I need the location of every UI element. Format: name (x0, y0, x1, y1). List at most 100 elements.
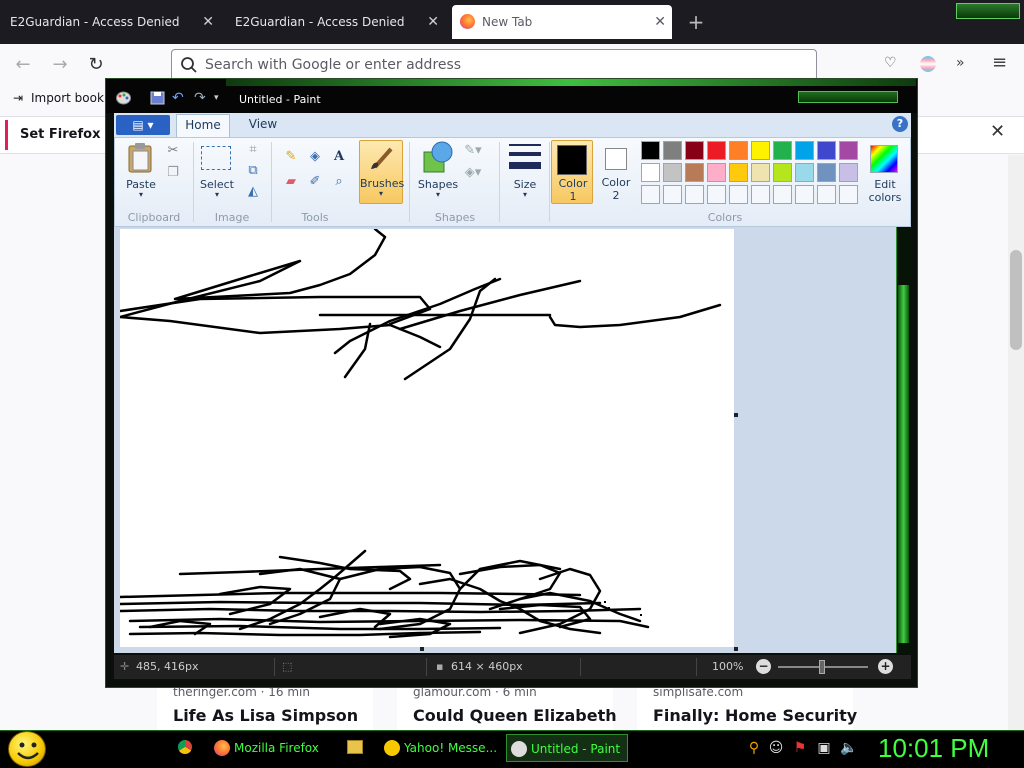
resize-handle[interactable] (734, 647, 738, 651)
palette-swatch[interactable] (685, 163, 704, 182)
palette-swatch[interactable] (685, 141, 704, 160)
browser-tab-active[interactable]: New Tab ✕ (452, 5, 672, 39)
window-controls[interactable] (956, 3, 1020, 19)
fill-shape-icon[interactable]: ◈▾ (463, 164, 483, 182)
palette-swatch[interactable] (663, 141, 682, 160)
palette-swatch[interactable] (641, 163, 660, 182)
palette-swatch[interactable] (773, 141, 792, 160)
palette-swatch[interactable] (795, 141, 814, 160)
pencil-icon[interactable]: ✎ (281, 148, 301, 166)
search-icon[interactable]: ⚲ (746, 740, 762, 756)
palette-swatch[interactable] (795, 163, 814, 182)
zoom-in-icon[interactable]: + (878, 659, 893, 674)
fill-icon[interactable]: ◈ (305, 148, 325, 166)
save-icon[interactable] (150, 91, 165, 105)
resize-icon[interactable]: ⧉ (243, 162, 263, 180)
chevron-down-icon[interactable]: ▾ (211, 190, 223, 199)
import-bookmarks-link[interactable]: Import bookn (31, 91, 112, 105)
pocket-icon[interactable]: ♡ (884, 55, 897, 71)
palette-swatch[interactable] (817, 141, 836, 160)
close-icon[interactable]: ✕ (990, 121, 1005, 142)
resize-handle[interactable] (734, 413, 738, 417)
palette-swatch[interactable] (773, 163, 792, 182)
extensions-icon[interactable]: » (956, 55, 965, 71)
outline-icon[interactable]: ✎▾ (463, 142, 483, 160)
zoom-slider-thumb[interactable] (819, 660, 825, 674)
taskbar-clock[interactable]: 10:01 PM (878, 733, 989, 764)
resize-handle[interactable] (420, 647, 424, 651)
palette-swatch[interactable] (729, 141, 748, 160)
folder-icon[interactable] (347, 740, 363, 754)
chrome-icon[interactable] (176, 738, 194, 756)
text-icon[interactable]: A (329, 148, 349, 166)
page-scrollbar[interactable] (1008, 155, 1024, 730)
palette-swatch-empty[interactable] (839, 185, 858, 204)
palette-swatch[interactable] (751, 163, 770, 182)
palette-swatch[interactable] (641, 141, 660, 160)
edit-colors-button[interactable]: Edit (863, 178, 907, 191)
canvas-scroll-thumb[interactable] (898, 285, 909, 643)
palette-swatch-empty[interactable] (729, 185, 748, 204)
palette-swatch[interactable] (839, 163, 858, 182)
color2-button[interactable]: Color 2 (595, 140, 637, 204)
crop-icon[interactable]: ⌗ (243, 141, 263, 159)
close-icon[interactable]: ✕ (427, 5, 439, 39)
palette-swatch[interactable] (839, 141, 858, 160)
page-scroll-thumb[interactable] (1010, 250, 1022, 350)
palette-swatch[interactable] (707, 141, 726, 160)
close-icon[interactable]: ✕ (202, 5, 214, 39)
close-icon[interactable]: ✕ (654, 5, 666, 39)
palette-swatch-empty[interactable] (707, 185, 726, 204)
rotate-icon[interactable]: ◭ (243, 183, 263, 201)
palette-swatch-empty[interactable] (641, 185, 660, 204)
action-center-icon[interactable]: ⚑ (792, 740, 808, 756)
menu-icon[interactable]: ≡ (992, 52, 1007, 73)
network-icon[interactable]: ▣ (816, 740, 832, 756)
palette-swatch-empty[interactable] (773, 185, 792, 204)
browser-tab[interactable]: E2Guardian - Access Denied ✕ (0, 5, 220, 39)
window-controls[interactable] (798, 91, 898, 103)
taskbar-item-firefox[interactable]: Mozilla Firefox (210, 734, 334, 762)
palette-swatch[interactable] (707, 163, 726, 182)
magnifier-icon[interactable]: ⌕ (329, 173, 349, 191)
start-button[interactable] (8, 731, 46, 767)
palette-swatch[interactable] (729, 163, 748, 182)
palette-swatch-empty[interactable] (663, 185, 682, 204)
cut-icon[interactable]: ✂ (163, 142, 183, 160)
chevron-down-icon[interactable]: ▾ (135, 190, 147, 199)
back-icon[interactable]: ← (10, 52, 36, 78)
palette-swatch[interactable] (817, 163, 836, 182)
palette-swatch-empty[interactable] (685, 185, 704, 204)
brushes-button[interactable]: Brushes ▾ (359, 140, 404, 204)
browser-tab[interactable]: E2Guardian - Access Denied ✕ (225, 5, 445, 39)
forward-icon[interactable]: → (47, 52, 73, 78)
color-picker-icon[interactable]: ✐ (305, 173, 325, 191)
drawing-canvas[interactable] (120, 229, 734, 647)
chevron-down-icon[interactable]: ▾ (214, 91, 229, 105)
reload-icon[interactable]: ↻ (83, 52, 109, 78)
file-menu-button[interactable]: ▤ ▾ (116, 115, 170, 135)
eraser-icon[interactable]: ▰ (281, 173, 301, 191)
chevron-down-icon[interactable]: ▾ (432, 190, 444, 199)
new-tab-button[interactable]: + (684, 10, 708, 34)
zoom-out-icon[interactable]: − (756, 659, 771, 674)
volume-icon[interactable]: 🔈 (840, 740, 857, 756)
url-bar[interactable]: Search with Google or enter address (171, 49, 817, 81)
chevron-down-icon[interactable]: ▾ (519, 190, 531, 199)
color1-button[interactable]: Color 1 (551, 140, 593, 204)
taskbar-item-yahoo[interactable]: Yahoo! Messe... (380, 734, 498, 762)
undo-icon[interactable]: ↶ (172, 91, 187, 105)
palette-swatch-empty[interactable] (751, 185, 770, 204)
redo-icon[interactable]: ↷ (194, 91, 209, 105)
account-icon[interactable] (920, 56, 936, 72)
tab-home[interactable]: Home (176, 114, 230, 137)
palette-swatch-empty[interactable] (795, 185, 814, 204)
copy-icon[interactable]: ❐ (163, 164, 183, 182)
messenger-tray-icon[interactable]: ☺ (768, 740, 784, 756)
palette-swatch[interactable] (663, 163, 682, 182)
palette-swatch[interactable] (751, 141, 770, 160)
taskbar-item-paint[interactable]: Untitled - Paint (506, 734, 628, 762)
tab-view[interactable]: View (238, 114, 288, 137)
help-icon[interactable]: ? (892, 116, 908, 132)
palette-swatch-empty[interactable] (817, 185, 836, 204)
